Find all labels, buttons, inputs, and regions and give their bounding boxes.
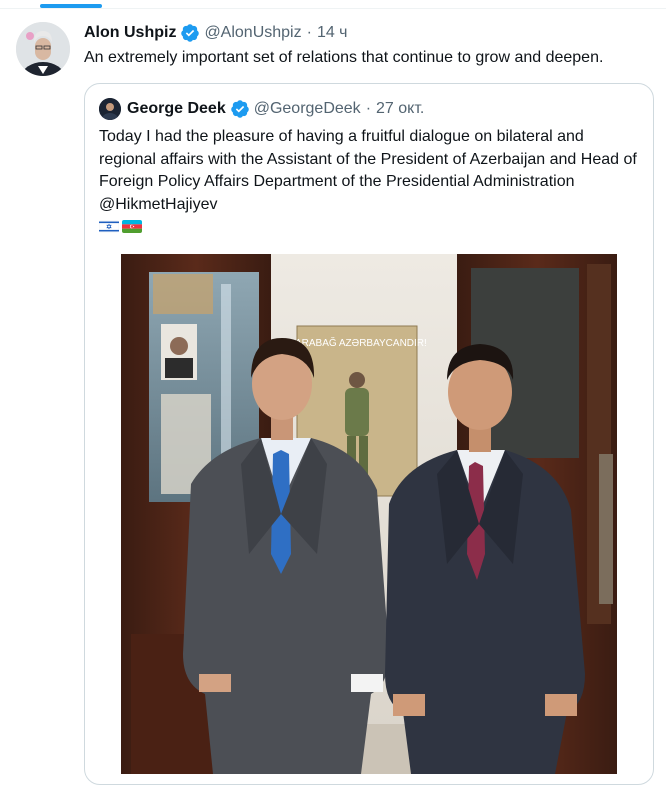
azerbaijan-flag-icon bbox=[122, 220, 142, 233]
tweet-text: An extremely important set of relations … bbox=[84, 49, 604, 66]
active-tab-indicator bbox=[40, 4, 102, 8]
photo-image: QARABAĞ AZƏRBAYCANDIR! bbox=[121, 254, 617, 774]
quoted-tweet-card[interactable]: George Deek @GeorgeDeek · 27 окт. Today … bbox=[84, 83, 654, 785]
flag-emojis bbox=[99, 220, 142, 233]
quoted-tweet-header: George Deek @GeorgeDeek · 27 окт. bbox=[99, 98, 424, 120]
verified-badge-icon bbox=[230, 100, 249, 118]
quoted-tweet-text: Today I had the pleasure of having a fru… bbox=[99, 128, 637, 213]
tweet-header: Alon Ushpiz @AlonUshpiz · 14 ч bbox=[84, 22, 348, 44]
quoted-author-avatar bbox=[99, 98, 121, 120]
top-strip bbox=[0, 0, 666, 9]
author-name[interactable]: Alon Ushpiz bbox=[84, 24, 176, 42]
verified-badge-icon bbox=[181, 24, 200, 42]
author-handle[interactable]: @AlonUshpiz bbox=[204, 24, 301, 42]
avatar[interactable] bbox=[16, 22, 70, 76]
tweet-photo[interactable]: QARABAĞ AZƏRBAYCANDIR! bbox=[121, 254, 617, 774]
quoted-author-handle: @GeorgeDeek bbox=[253, 100, 361, 117]
quoted-user-avatar-icon bbox=[99, 98, 121, 120]
tweet-timestamp[interactable]: 14 ч bbox=[317, 24, 348, 42]
israel-flag-icon bbox=[99, 220, 119, 233]
separator-dot: · bbox=[306, 24, 312, 41]
calendar-text: QARABAĞ AZƏRBAYCANDIR! bbox=[287, 336, 427, 349]
quoted-tweet-date: 27 окт. bbox=[376, 100, 425, 117]
quoted-author-name: George Deek bbox=[127, 100, 226, 117]
user-avatar-icon bbox=[16, 22, 70, 76]
separator-dot: · bbox=[365, 100, 372, 117]
